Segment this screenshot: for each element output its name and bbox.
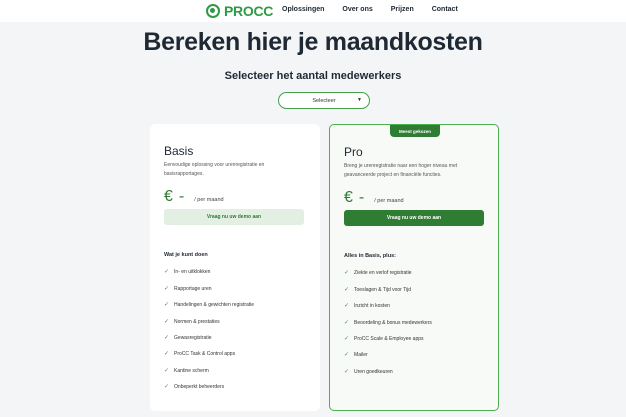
- feature-item: ✓ Beoordeling & bonus medewerkers: [344, 319, 432, 327]
- check-icon: ✓: [164, 335, 170, 341]
- nav-link-over-ons[interactable]: Over ons: [342, 6, 372, 13]
- features-title: Wat je kunt doen: [164, 252, 208, 258]
- procc-logo[interactable]: PROCC: [206, 3, 273, 19]
- page-subtitle: Selecteer het aantal medewerkers: [224, 70, 402, 82]
- price-row: € - / per maand: [164, 188, 224, 206]
- feature-item: ✓ Gewasregistratie: [164, 334, 212, 342]
- plan-name: Pro: [344, 145, 363, 159]
- check-icon: ✓: [344, 303, 350, 309]
- currency-symbol: €: [344, 189, 353, 206]
- price-value: -: [358, 189, 365, 206]
- feature-item: ✓ In- en uitklokken: [164, 268, 211, 276]
- price-value: -: [178, 188, 185, 205]
- feature-item: ✓ Kantine scherm: [164, 367, 209, 375]
- check-icon: ✓: [344, 369, 350, 375]
- most-chosen-badge: Meest gekozen: [390, 125, 440, 137]
- check-icon: ✓: [164, 269, 170, 275]
- price-row: € - / per maand: [344, 189, 404, 207]
- check-icon: ✓: [164, 286, 170, 292]
- select-value: Selecteer: [312, 97, 336, 104]
- check-icon: ✓: [344, 336, 350, 342]
- feature-item: ✓ Onbeperkt beheerders: [164, 383, 225, 391]
- price-period: / per maand: [194, 197, 224, 203]
- feature-item: ✓ Normen & prestaties: [164, 318, 220, 326]
- check-icon: ✓: [164, 319, 170, 325]
- feature-item: ✓ Ziekte en verlof registratie: [344, 269, 412, 277]
- check-icon: ✓: [344, 320, 350, 326]
- check-icon: ✓: [164, 351, 170, 357]
- features-title: Alles in Basis, plus:: [344, 253, 396, 259]
- feature-item: ✓ ProCC Scale & Employee apps: [344, 335, 424, 343]
- feature-item: ✓ Handelingen & gewichten registratie: [164, 301, 255, 309]
- feature-item: ✓ Uren goedkeuren: [344, 368, 393, 376]
- procc-logo-icon: [206, 4, 220, 18]
- feature-item: ✓ Inzicht in kosten: [344, 302, 390, 310]
- nav-link-contact[interactable]: Contact: [432, 6, 458, 13]
- page-title: Bereken hier je maandkosten: [143, 28, 483, 56]
- plan-description: Eenvoudige oplossing voor urenregistrati…: [164, 162, 265, 177]
- currency-symbol: €: [164, 188, 173, 205]
- check-icon: ✓: [344, 352, 350, 358]
- logo-text: PROCC: [224, 3, 274, 19]
- plan-card-pro: Meest gekozen Pro Breng je urenregistrat…: [329, 124, 499, 411]
- check-icon: ✓: [164, 302, 170, 308]
- check-icon: ✓: [344, 270, 350, 276]
- plan-name: Basis: [164, 144, 194, 158]
- feature-item: ✓ Rapportage uren: [164, 285, 212, 293]
- chevron-down-icon: ▼: [357, 97, 362, 103]
- feature-item: ✓ ProCC Task & Control apps: [164, 350, 236, 358]
- nav-links: Oplossingen Over ons Prijzen Contact: [282, 6, 476, 13]
- top-navbar: PROCC Oplossingen Over ons Prijzen Conta…: [0, 0, 626, 22]
- check-icon: ✓: [164, 384, 170, 390]
- plan-card-basis: Basis Eenvoudige oplossing voor urenregi…: [150, 124, 320, 411]
- nav-link-oplossingen[interactable]: Oplossingen: [282, 6, 324, 13]
- check-icon: ✓: [344, 287, 350, 293]
- check-icon: ✓: [164, 368, 170, 374]
- feature-item: ✓ Mailer: [344, 351, 368, 359]
- request-demo-button[interactable]: Vraag nu uw demo aan: [164, 209, 304, 225]
- nav-link-prijzen[interactable]: Prijzen: [391, 6, 414, 13]
- request-demo-button[interactable]: Vraag nu uw demo aan: [344, 210, 484, 226]
- feature-item: ✓ Toeslagen & Tijd voor Tijd: [344, 286, 412, 294]
- employee-count-select[interactable]: Selecteer ▼: [278, 92, 370, 109]
- price-period: / per maand: [374, 198, 404, 204]
- plan-description: Breng je urenregistratie naar een hoger …: [344, 163, 458, 178]
